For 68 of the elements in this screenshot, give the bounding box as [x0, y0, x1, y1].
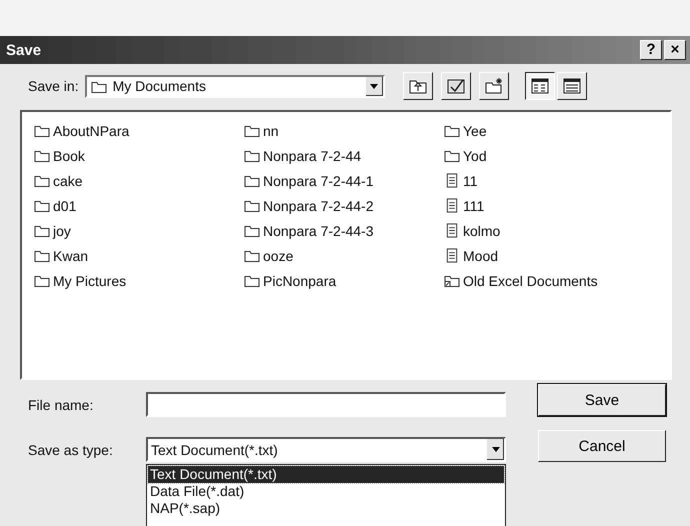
details-view-button[interactable]: [556, 72, 587, 100]
folder-icon: [244, 123, 260, 138]
file-item[interactable]: Kwan: [34, 243, 244, 268]
file-item[interactable]: Yee: [444, 118, 670, 143]
close-button[interactable]: ×: [664, 40, 686, 60]
file-item[interactable]: kolmo: [444, 218, 670, 243]
up-folder-icon: [408, 78, 427, 94]
file-item[interactable]: Nonpara 7-2-44-1: [244, 168, 444, 193]
new-folder-button[interactable]: [478, 72, 509, 100]
up-folder-button[interactable]: [402, 72, 433, 100]
save-as-type-label: Save as type:: [28, 442, 114, 458]
list-view-icon: [530, 78, 549, 94]
folder-icon: [244, 198, 260, 213]
folder-icon: [244, 223, 260, 238]
save-in-dropdown[interactable]: My Documents: [84, 74, 385, 98]
file-item[interactable]: My Pictures: [34, 268, 244, 293]
save-as-type-dropdown[interactable]: Text Document(*.txt): [146, 437, 506, 462]
folder-icon: [34, 173, 50, 188]
dropdown-arrow-icon: [492, 447, 500, 452]
file-item[interactable]: Old Excel Documents: [444, 268, 670, 293]
file-item[interactable]: 111: [444, 193, 670, 218]
folder-icon: [244, 148, 260, 163]
type-option[interactable]: Data File(*.dat): [148, 483, 504, 500]
folder-icon: [244, 173, 260, 188]
text-file-icon: [444, 198, 460, 213]
file-item[interactable]: joy: [34, 218, 244, 243]
file-item[interactable]: Nonpara 7-2-44-3: [244, 218, 444, 243]
file-item[interactable]: cake: [34, 168, 244, 193]
file-item[interactable]: Nonpara 7-2-44: [244, 143, 444, 168]
type-option[interactable]: Text Document(*.txt): [148, 466, 504, 483]
save-button[interactable]: Save: [538, 384, 666, 416]
file-item[interactable]: Book: [34, 143, 244, 168]
folder-icon: [34, 123, 50, 138]
folder-icon: [244, 248, 260, 263]
folder-icon: [444, 123, 460, 138]
desktop-button[interactable]: [440, 72, 471, 100]
file-item[interactable]: PicNonpara: [244, 268, 444, 293]
file-item[interactable]: Mood: [444, 243, 670, 268]
file-item[interactable]: ooze: [244, 243, 444, 268]
file-item[interactable]: 11: [444, 168, 670, 193]
file-item[interactable]: nn: [244, 118, 444, 143]
folder-icon: [444, 148, 460, 163]
file-name-label: File name:: [28, 396, 94, 412]
folder-icon: [34, 148, 50, 163]
details-view-icon: [562, 78, 581, 94]
folder-icon: [34, 248, 50, 263]
dropdown-arrow-icon: [370, 84, 378, 88]
file-name-field[interactable]: [146, 392, 506, 417]
folder-icon: [34, 198, 50, 213]
shortcut-folder-icon: [444, 273, 460, 288]
folder-icon: [34, 273, 50, 288]
cancel-button[interactable]: Cancel: [538, 430, 666, 462]
save-in-label: Save in:: [28, 78, 79, 94]
file-item[interactable]: Yod: [444, 143, 670, 168]
type-option[interactable]: NAP(*.sap): [148, 500, 504, 517]
file-item[interactable]: Nonpara 7-2-44-2: [244, 193, 444, 218]
file-item[interactable]: d01: [34, 193, 244, 218]
text-file-icon: [444, 248, 460, 263]
folder-icon: [34, 223, 50, 238]
text-file-icon: [444, 223, 460, 238]
checkmark-icon: [446, 78, 465, 94]
window-title: Save: [6, 42, 42, 58]
help-button[interactable]: ?: [640, 40, 662, 60]
list-view-button[interactable]: [524, 72, 555, 100]
text-file-icon: [444, 173, 460, 188]
file-item[interactable]: AboutNPara: [34, 118, 244, 143]
new-folder-icon: [484, 78, 503, 94]
folder-icon: [244, 273, 260, 288]
